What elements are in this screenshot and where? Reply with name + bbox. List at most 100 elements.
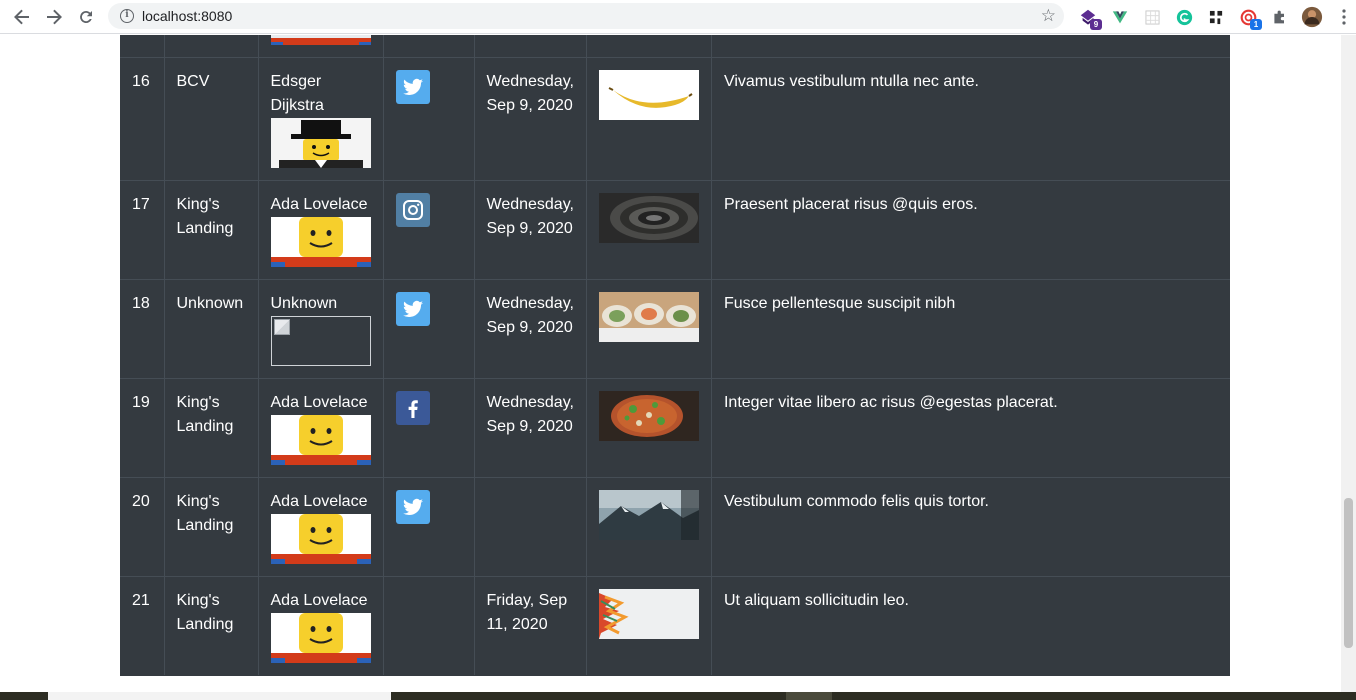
table-row: 17 King's Landing Ada Lovelace Wednesday… <box>120 179 1230 279</box>
browser-toolbar: i localhost:8080 ☆ 9 1 <box>0 0 1356 34</box>
row-person: Edsger Dijkstra <box>270 72 324 114</box>
table-row-partial <box>120 35 1230 57</box>
table-row: 16 BCV Edsger Dijkstra Wednesday, Sep 9,… <box>120 56 1230 180</box>
taskbar-item[interactable] <box>786 692 832 700</box>
pizza-image[interactable] <box>598 390 699 441</box>
data-table: 16 BCV Edsger Dijkstra Wednesday, Sep 9,… <box>120 35 1230 676</box>
address-bar[interactable]: i localhost:8080 ☆ <box>108 3 1064 29</box>
grammarly-icon[interactable] <box>1172 5 1196 29</box>
row-id: 17 <box>120 179 165 279</box>
lego-face-icon <box>270 35 371 45</box>
address-url[interactable]: localhost:8080 <box>142 8 232 24</box>
lego-face-icon <box>270 216 371 267</box>
table-row: 19 King's Landing Ada Lovelace Wednesday… <box>120 377 1230 477</box>
row-person-cell: Edsger Dijkstra <box>258 56 384 180</box>
row-id: 19 <box>120 377 165 477</box>
bookmark-star-icon[interactable]: ☆ <box>1041 7 1056 24</box>
vue-devtools-icon[interactable] <box>1108 5 1132 29</box>
ext-red-badge: 1 <box>1250 19 1262 30</box>
banana-image[interactable] <box>598 69 699 120</box>
row-text: Vestibulum commodo felis quis tortor. <box>711 476 1230 576</box>
ext-dark-icon[interactable] <box>1204 5 1228 29</box>
site-info-icon[interactable]: i <box>120 9 134 23</box>
twitter-icon[interactable] <box>395 69 430 104</box>
forward-arrow-icon <box>47 9 62 25</box>
ext-purple-icon[interactable]: 9 <box>1076 5 1102 30</box>
row-person-cell: Unknown <box>258 278 384 378</box>
lego-face-icon <box>270 414 371 465</box>
row-date: Friday, Sep 11, 2020 <box>474 575 587 675</box>
ext-purple-badge: 9 <box>1090 19 1102 30</box>
row-house: BCV <box>164 56 259 180</box>
row-id: 18 <box>120 278 165 378</box>
row-image-cell <box>586 377 712 477</box>
row-house: King's Landing <box>164 575 259 675</box>
row-house: King's Landing <box>164 377 259 477</box>
row-social-cell <box>383 476 475 576</box>
row-image-cell <box>586 56 712 180</box>
row-person: Ada Lovelace <box>270 393 368 411</box>
table-row: 21 King's Landing Ada Lovelace Friday, S… <box>120 575 1230 675</box>
row-text: Ut aliquam sollicitudin leo. <box>711 575 1230 675</box>
row-date <box>474 476 587 576</box>
row-image-cell <box>586 476 712 576</box>
facebook-icon[interactable] <box>395 390 430 425</box>
row-person: Ada Lovelace <box>270 195 368 213</box>
row-social-cell <box>383 179 475 279</box>
row-text: Integer vitae libero ac risus @egestas p… <box>711 377 1230 477</box>
scrollbar-thumb[interactable] <box>1344 498 1353 648</box>
row-date: Wednesday, Sep 9, 2020 <box>474 179 587 279</box>
os-taskbar <box>0 692 1356 700</box>
mountain-image[interactable] <box>598 489 699 540</box>
page-scrollbar[interactable] <box>1341 35 1356 692</box>
forward-button[interactable] <box>38 1 70 33</box>
lego-hat-icon <box>270 117 371 168</box>
twitter-icon[interactable] <box>395 291 430 326</box>
instagram-icon[interactable] <box>395 192 430 227</box>
back-button[interactable] <box>6 1 38 33</box>
row-id: 21 <box>120 575 165 675</box>
row-person-cell: Ada Lovelace <box>258 377 384 477</box>
row-text: Fusce pellentesque suscipit nibh <box>711 278 1230 378</box>
broken-image-icon <box>270 315 371 366</box>
back-arrow-icon <box>14 9 29 25</box>
twitter-icon[interactable] <box>395 489 430 524</box>
lego-face-icon <box>270 513 371 564</box>
row-social-cell <box>383 278 475 378</box>
row-date: Wednesday, Sep 9, 2020 <box>474 56 587 180</box>
row-image-cell <box>586 179 712 279</box>
row-image-cell <box>586 575 712 675</box>
spiral-image[interactable] <box>598 192 699 243</box>
table-row: 18 Unknown Unknown Wednesday, Sep 9, 202… <box>120 278 1230 378</box>
ext-grid-icon[interactable] <box>1140 5 1164 29</box>
reload-icon <box>80 11 92 23</box>
row-text: Praesent placerat risus @quis eros. <box>711 179 1230 279</box>
browser-menu-icon[interactable] <box>1332 5 1356 29</box>
splash-image[interactable] <box>598 588 699 639</box>
profile-avatar[interactable] <box>1300 5 1324 29</box>
table-row: 20 King's Landing Ada Lovelace Vestibulu… <box>120 476 1230 576</box>
row-house: King's Landing <box>164 179 259 279</box>
row-person: Unknown <box>270 294 338 312</box>
ext-red-icon[interactable]: 1 <box>1236 5 1262 30</box>
row-house: King's Landing <box>164 476 259 576</box>
row-social-cell <box>383 377 475 477</box>
row-person-cell: Ada Lovelace <box>258 476 384 576</box>
row-social-cell <box>383 56 475 180</box>
row-person-cell: Ada Lovelace <box>258 575 384 675</box>
row-date: Wednesday, Sep 9, 2020 <box>474 377 587 477</box>
taskbar-active-window[interactable] <box>48 692 391 700</box>
lego-face-icon <box>270 612 371 663</box>
row-person: Ada Lovelace <box>270 591 368 609</box>
reload-button[interactable] <box>70 1 102 33</box>
row-date: Wednesday, Sep 9, 2020 <box>474 278 587 378</box>
row-id: 20 <box>120 476 165 576</box>
extensions-puzzle-icon[interactable] <box>1268 5 1292 29</box>
row-image-cell <box>586 278 712 378</box>
row-person: Ada Lovelace <box>270 492 368 510</box>
sushi-image[interactable] <box>598 291 699 342</box>
row-text: Vivamus vestibulum ntulla nec ante. <box>711 56 1230 180</box>
row-id: 16 <box>120 56 165 180</box>
row-social-cell <box>383 575 475 675</box>
row-person-cell: Ada Lovelace <box>258 179 384 279</box>
